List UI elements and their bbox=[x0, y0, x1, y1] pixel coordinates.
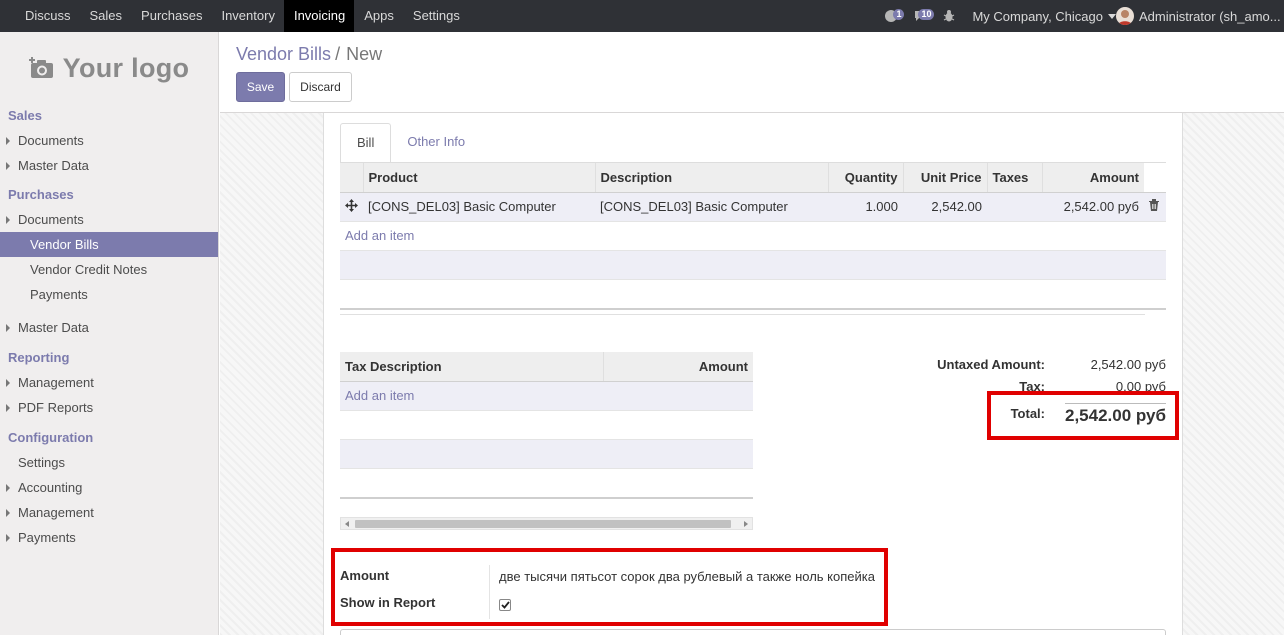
menu-inventory[interactable]: Inventory bbox=[211, 0, 283, 32]
sidebar-item-vendor-credit-notes[interactable]: Vendor Credit Notes bbox=[0, 257, 218, 282]
cell-product[interactable]: [CONS_DEL03] Basic Computer bbox=[363, 192, 595, 222]
scroll-right-icon[interactable] bbox=[744, 521, 748, 527]
bug-icon[interactable] bbox=[938, 0, 960, 32]
sidebar-item-purchases-master-data[interactable]: Master Data bbox=[0, 315, 218, 340]
horizontal-scrollbar[interactable] bbox=[340, 517, 753, 530]
cell-taxes[interactable] bbox=[987, 192, 1042, 222]
sidebar-item-config-management[interactable]: Management bbox=[0, 500, 218, 525]
handle-header bbox=[340, 163, 363, 193]
messages-icon[interactable]: 10 bbox=[910, 0, 935, 32]
tab-bill[interactable]: Bill bbox=[340, 123, 392, 163]
logo-text: Your logo bbox=[62, 52, 190, 83]
empty-row bbox=[340, 279, 1166, 308]
sidebar-item-config-payments[interactable]: Payments bbox=[0, 525, 218, 550]
add-tax-item-link[interactable]: Add an item bbox=[345, 388, 414, 403]
trash-header bbox=[1144, 163, 1166, 193]
column-header-product[interactable]: Product bbox=[362, 163, 595, 193]
lines-footer-line bbox=[340, 308, 1166, 310]
menu-settings[interactable]: Settings bbox=[403, 0, 469, 32]
table-row[interactable]: [CONS_DEL03] Basic Computer [CONS_DEL03]… bbox=[340, 192, 1166, 222]
cell-description[interactable]: [CONS_DEL03] Basic Computer bbox=[595, 192, 828, 222]
tax-footer-line bbox=[340, 497, 753, 499]
menu-invoicing[interactable]: Invoicing bbox=[283, 0, 355, 32]
save-button[interactable]: Save bbox=[236, 72, 285, 102]
cell-quantity[interactable]: 1.000 bbox=[828, 192, 903, 222]
top-navbar: Discuss Sales Purchases Inventory Invoic… bbox=[0, 0, 1284, 32]
sidebar-item-config-settings[interactable]: Settings bbox=[0, 450, 218, 475]
sidebar-item-vendor-bills[interactable]: Vendor Bills bbox=[0, 232, 218, 257]
column-header-description[interactable]: Description bbox=[594, 163, 828, 193]
column-header-taxes[interactable]: Taxes bbox=[986, 163, 1042, 193]
user-name: Administrator (sh_amo... bbox=[1139, 8, 1281, 24]
notebook-tabs: Bill Other Info bbox=[340, 123, 481, 163]
tab-other-info[interactable]: Other Info bbox=[391, 123, 481, 163]
avatar bbox=[1116, 7, 1134, 25]
sidebar-item-payments[interactable]: Payments bbox=[0, 282, 218, 307]
untaxed-amount-label: Untaxed Amount: bbox=[937, 357, 1045, 372]
app-menu: Discuss Sales Purchases Inventory Invoic… bbox=[0, 0, 469, 32]
menu-purchases[interactable]: Purchases bbox=[131, 0, 211, 32]
column-header-unit-price[interactable]: Unit Price bbox=[902, 163, 987, 193]
sidebar-item-pdf-reports[interactable]: PDF Reports bbox=[0, 395, 218, 420]
sidebar: Your logo Sales Documents Master Data Pu… bbox=[0, 32, 219, 635]
empty-row bbox=[340, 439, 753, 469]
untaxed-amount-row: Untaxed Amount: 2,542.00 руб bbox=[884, 355, 1166, 377]
cell-amount[interactable]: 2,542.00 руб bbox=[1042, 192, 1144, 222]
control-panel: Vendor Bills / New Save Discard bbox=[220, 32, 1284, 113]
column-header-amount[interactable]: Amount bbox=[1041, 163, 1144, 193]
discard-button[interactable]: Discard bbox=[289, 72, 352, 102]
untaxed-amount-value: 2,542.00 руб bbox=[1090, 357, 1166, 372]
chat-icon[interactable]: 1 bbox=[880, 0, 905, 32]
trash-icon bbox=[1149, 199, 1159, 211]
chat-count-badge: 1 bbox=[893, 9, 905, 20]
tax-lines-table: Tax Description Amount Add an item bbox=[340, 352, 753, 497]
empty-row bbox=[340, 468, 753, 497]
scrollbar-thumb[interactable] bbox=[355, 520, 731, 528]
breadcrumb-vendor-bills[interactable]: Vendor Bills bbox=[236, 44, 331, 64]
sidebar-section-reporting: Reporting bbox=[8, 350, 70, 365]
menu-sales[interactable]: Sales bbox=[80, 0, 132, 32]
lines-footer-line-2 bbox=[340, 314, 1145, 315]
add-item-link[interactable]: Add an item bbox=[345, 228, 414, 243]
systray: 1 10 My Company, Chicago Administrator (… bbox=[875, 0, 1284, 32]
sidebar-section-sales: Sales bbox=[8, 108, 42, 123]
company-switcher[interactable]: My Company, Chicago bbox=[972, 9, 1116, 24]
sidebar-section-configuration: Configuration bbox=[8, 430, 94, 445]
sidebar-item-reporting-management[interactable]: Management bbox=[0, 370, 218, 395]
add-tax-row: Add an item bbox=[340, 381, 753, 411]
sidebar-item-sales-master-data[interactable]: Master Data bbox=[0, 153, 218, 178]
messages-count-badge: 10 bbox=[918, 9, 935, 20]
next-field-box[interactable] bbox=[340, 629, 1166, 635]
sidebar-section-purchases: Purchases bbox=[8, 187, 74, 202]
invoice-lines-table: Product Description Quantity Unit Price … bbox=[340, 163, 1166, 308]
user-menu[interactable]: Administrator (sh_amo... bbox=[1116, 7, 1284, 25]
scroll-left-icon[interactable] bbox=[345, 521, 349, 527]
breadcrumb: Vendor Bills / New bbox=[236, 44, 382, 65]
menu-discuss[interactable]: Discuss bbox=[15, 0, 80, 32]
column-header-tax-description[interactable]: Tax Description bbox=[340, 352, 604, 382]
move-icon bbox=[345, 198, 358, 212]
caret-down-icon bbox=[1108, 13, 1116, 19]
sidebar-item-sales-documents[interactable]: Documents bbox=[0, 128, 218, 153]
sidebar-item-purchases-documents[interactable]: Documents bbox=[0, 207, 218, 232]
empty-row bbox=[340, 410, 753, 440]
delete-row-button[interactable] bbox=[1144, 192, 1166, 222]
menu-apps[interactable]: Apps bbox=[354, 0, 403, 32]
company-logo[interactable]: Your logo bbox=[0, 32, 218, 104]
column-header-quantity[interactable]: Quantity bbox=[827, 163, 903, 193]
highlight-amount-words-box bbox=[331, 548, 888, 626]
breadcrumb-separator: / bbox=[335, 44, 341, 64]
add-line-row: Add an item bbox=[340, 221, 1166, 251]
sidebar-item-config-accounting[interactable]: Accounting bbox=[0, 475, 218, 500]
column-header-tax-amount[interactable]: Amount bbox=[603, 352, 753, 382]
cell-unit-price[interactable]: 2,542.00 bbox=[903, 192, 987, 222]
breadcrumb-current: New bbox=[346, 44, 383, 64]
empty-row bbox=[340, 250, 1166, 280]
company-name: My Company, Chicago bbox=[972, 8, 1103, 24]
drag-handle[interactable] bbox=[340, 192, 363, 222]
highlight-total-box bbox=[987, 391, 1179, 440]
camera-icon bbox=[28, 57, 53, 78]
